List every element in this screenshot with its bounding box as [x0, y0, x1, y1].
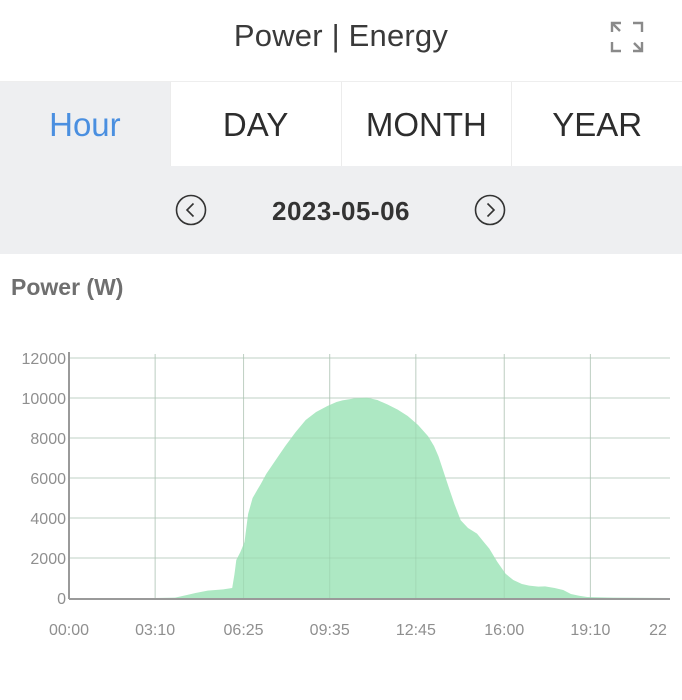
tab-year[interactable]: YEAR — [511, 82, 682, 167]
next-date-button[interactable] — [474, 194, 506, 226]
x-tick-label: 19:10 — [570, 622, 610, 639]
page-title: Power | Energy — [233, 18, 449, 53]
expand-icon[interactable] — [608, 20, 646, 54]
chevron-right-circle-icon — [474, 194, 506, 226]
x-tick-label: 12:45 — [396, 622, 436, 639]
chart-title: Power (W) — [11, 274, 124, 300]
x-tick-label: 06:25 — [224, 622, 264, 639]
period-tabs: Hour DAY MONTH YEAR — [0, 81, 682, 167]
y-tick-label: 6000 — [30, 471, 66, 488]
y-tick-label: 10000 — [22, 391, 67, 408]
tab-month[interactable]: MONTH — [340, 82, 512, 167]
x-tick-label: 03:10 — [135, 622, 175, 639]
y-tick-label: 4000 — [30, 511, 66, 528]
current-date[interactable]: 2023-05-06 — [0, 196, 682, 227]
x-tick-label: 16:00 — [484, 622, 524, 639]
x-tick-label: 22 — [649, 622, 667, 639]
tab-day[interactable]: DAY — [169, 82, 341, 167]
date-navigator: 2023-05-06 — [0, 166, 682, 254]
y-tick-label: 12000 — [22, 351, 67, 368]
power-chart: 0 2000 4000 6000 8000 10000 12000 00:00 03:10 06:… — [22, 351, 672, 639]
tab-hour[interactable]: Hour — [0, 82, 170, 167]
y-tick-label: 2000 — [30, 551, 66, 568]
y-tick-label: 0 — [57, 591, 66, 608]
y-tick-label: 8000 — [30, 431, 66, 448]
x-tick-label: 00:00 — [49, 622, 89, 639]
header: Power | Energy — [0, 0, 682, 80]
x-tick-label: 09:35 — [310, 622, 350, 639]
power-area — [69, 397, 672, 598]
